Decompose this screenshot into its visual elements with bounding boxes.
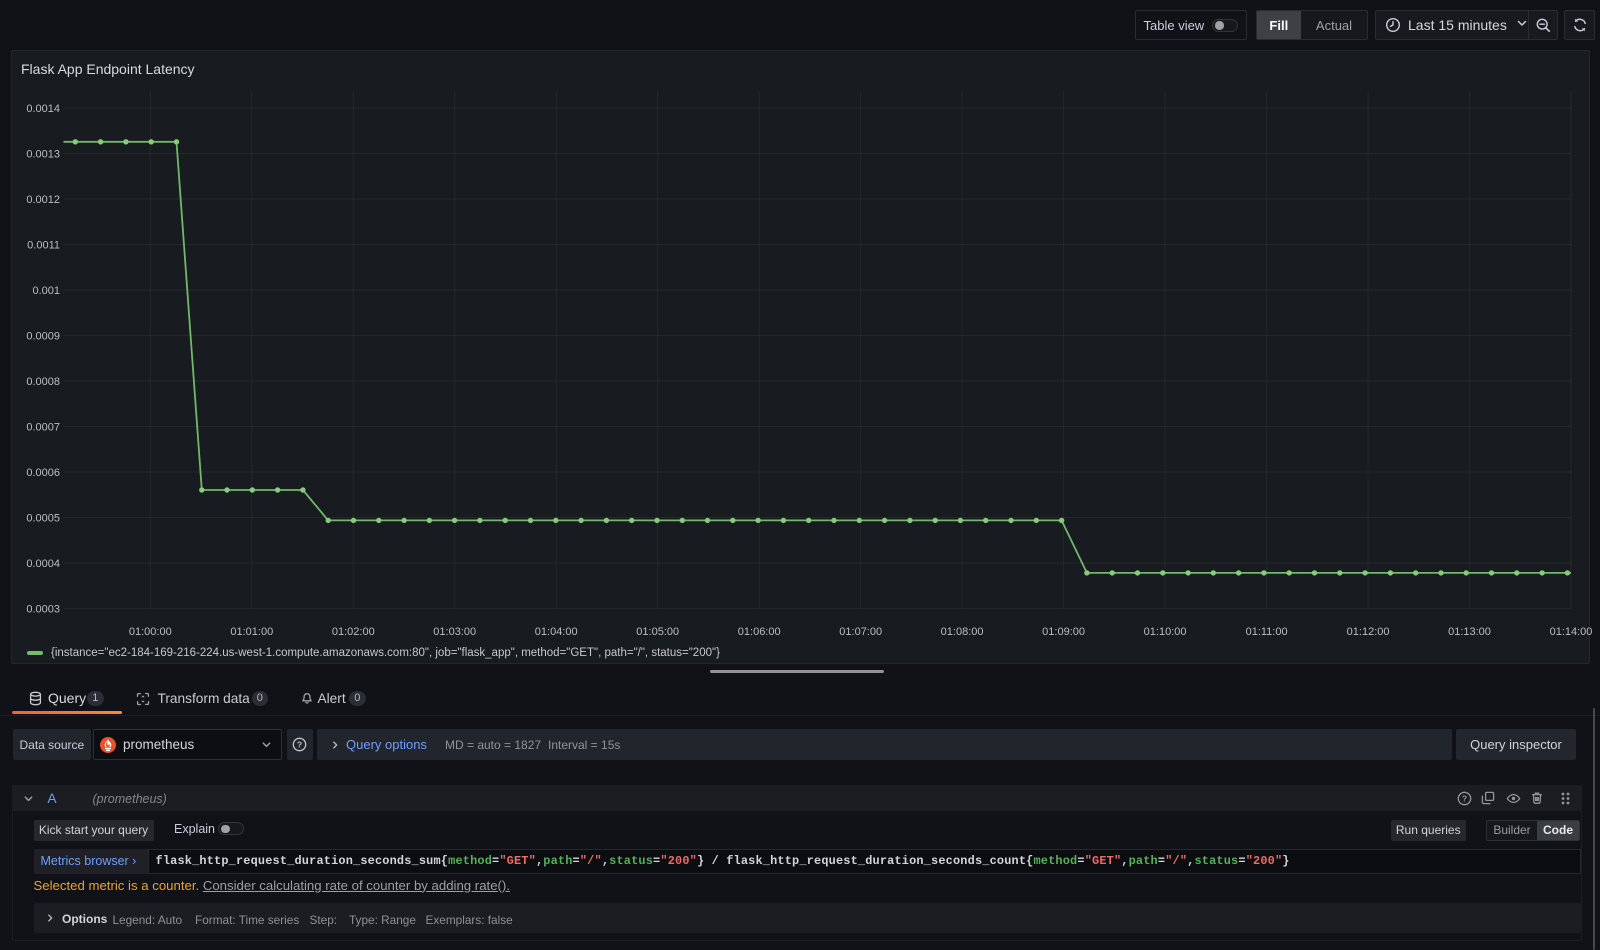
svg-text:01:13:00: 01:13:00 — [1448, 626, 1491, 638]
svg-text:01:11:00: 01:11:00 — [1246, 626, 1288, 638]
svg-text:0.0004: 0.0004 — [26, 558, 60, 570]
svg-text:01:07:00: 01:07:00 — [839, 626, 882, 638]
svg-text:01:05:00: 01:05:00 — [636, 626, 679, 638]
svg-text:01:04:00: 01:04:00 — [535, 626, 578, 638]
svg-text:0.0005: 0.0005 — [26, 513, 60, 525]
svg-text:0.0014: 0.0014 — [26, 103, 60, 115]
svg-text:01:01:00: 01:01:00 — [230, 626, 273, 638]
svg-text:01:00:00: 01:00:00 — [129, 626, 172, 638]
svg-text:01:06:00: 01:06:00 — [738, 626, 781, 638]
svg-text:0.0013: 0.0013 — [26, 149, 60, 161]
svg-text:0.0009: 0.0009 — [26, 331, 60, 343]
svg-text:0.0003: 0.0003 — [26, 604, 60, 616]
svg-text:?: ? — [1462, 793, 1467, 803]
svg-text:0.0006: 0.0006 — [26, 467, 60, 479]
svg-text:01:10:00: 01:10:00 — [1144, 626, 1187, 638]
svg-text:01:12:00: 01:12:00 — [1347, 626, 1390, 638]
svg-text:0.0011: 0.0011 — [27, 240, 60, 252]
svg-text:0.001: 0.001 — [32, 285, 60, 297]
svg-text:0.0012: 0.0012 — [26, 194, 60, 206]
svg-text:01:03:00: 01:03:00 — [433, 626, 476, 638]
svg-text:01:14:00: 01:14:00 — [1550, 626, 1593, 638]
svg-text:01:08:00: 01:08:00 — [941, 626, 984, 638]
svg-text:0.0008: 0.0008 — [26, 376, 60, 388]
svg-text:01:02:00: 01:02:00 — [332, 626, 375, 638]
svg-text:0.0007: 0.0007 — [26, 422, 60, 434]
svg-text:01:09:00: 01:09:00 — [1042, 626, 1085, 638]
svg-text:?: ? — [297, 740, 302, 750]
